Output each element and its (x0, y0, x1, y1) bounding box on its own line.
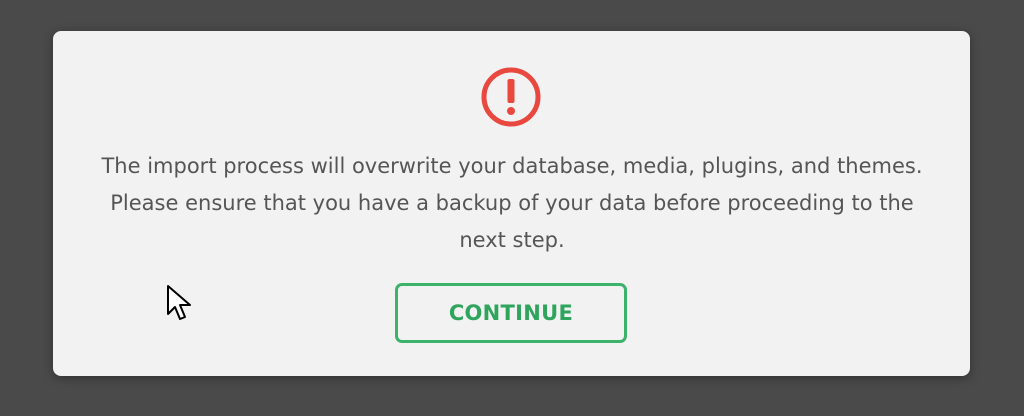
continue-button[interactable]: CONTINUE (395, 283, 627, 343)
mouse-pointer-icon (167, 285, 191, 320)
dialog-message: The import process will overwrite your d… (101, 154, 923, 252)
exclamation-circle-icon (481, 67, 541, 127)
